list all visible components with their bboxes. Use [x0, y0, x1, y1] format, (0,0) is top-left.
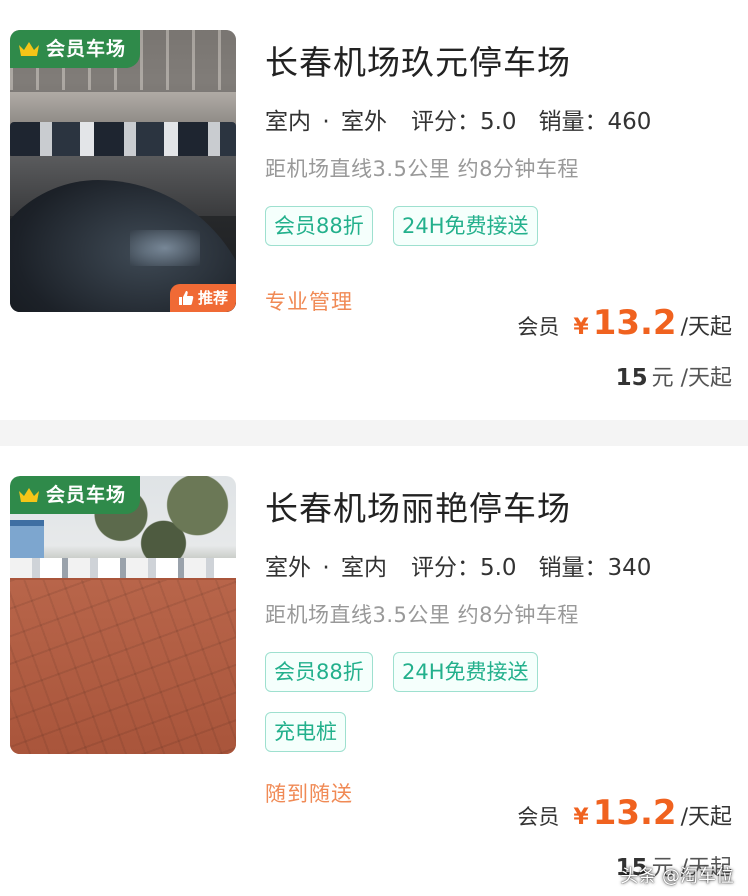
rating-value: 5.0: [479, 555, 517, 581]
member-price-label: 会员: [517, 805, 560, 829]
crown-icon: [19, 41, 39, 56]
lot-meta: 室内 · 室外 评分：5.0 销量：460: [263, 102, 652, 140]
rating-label: 评分：: [410, 109, 480, 135]
original-price-value: 15: [615, 365, 648, 391]
member-price-value: 13.2: [592, 303, 677, 343]
location-separator: ·: [322, 109, 330, 135]
parking-lot-photo[interactable]: 会员车场: [10, 476, 236, 754]
parking-lot-photo[interactable]: 会员车场 推荐: [10, 30, 236, 312]
discount-tag: 会员88折: [265, 206, 373, 246]
rating-value: 5.0: [479, 109, 517, 135]
card-divider: [0, 420, 748, 446]
member-price-unit: /天起: [680, 805, 732, 830]
member-lot-badge-label: 会员车场: [46, 484, 127, 506]
location-separator: ·: [322, 555, 330, 581]
lot-meta: 室外 · 室内 评分：5.0 销量：340: [263, 548, 652, 586]
member-price-unit: /天起: [680, 315, 732, 340]
member-lot-badge: 会员车场: [10, 30, 141, 68]
sales-label: 销量：: [538, 109, 608, 135]
member-price: 会员 ¥ 13.2 /天起: [517, 303, 732, 343]
distance-info: 距机场直线3.5公里 约8分钟车程: [265, 603, 579, 627]
currency-symbol: ¥: [573, 315, 589, 340]
crown-icon: [19, 487, 39, 502]
member-price-label: 会员: [517, 315, 560, 339]
original-price: 15 元 /天起: [616, 360, 732, 392]
location-type: 室内 · 室外: [263, 102, 389, 140]
location-type: 室外 · 室内: [263, 548, 389, 586]
feature-label: 专业管理: [265, 290, 353, 314]
currency-symbol: ¥: [573, 805, 589, 830]
discount-tag: 会员88折: [265, 652, 373, 692]
shuttle-tag: 24H免费接送: [393, 652, 538, 692]
sales-label: 销量：: [538, 555, 608, 581]
sales: 销量：460: [539, 102, 652, 136]
rating-label: 评分：: [410, 555, 480, 581]
source-watermark: 头条 @淘车位: [620, 866, 734, 887]
rating: 评分：5.0: [411, 102, 517, 136]
feature-label: 随到随送: [265, 782, 353, 806]
rating: 评分：5.0: [411, 548, 517, 582]
original-price-unit: 元 /天起: [651, 366, 732, 391]
distance-info: 距机场直线3.5公里 约8分钟车程: [265, 157, 579, 181]
parking-lot-title[interactable]: 长春机场玖元停车场: [265, 36, 571, 84]
thumbs-up-icon: [178, 291, 194, 305]
sales-value: 340: [607, 555, 652, 581]
location-type-primary: 室内: [265, 109, 311, 135]
parking-listing-card[interactable]: 会员车场 推荐 长春机场玖元停车场 室内 · 室外 评分：5.0 销量：460 …: [0, 0, 748, 420]
shuttle-tag: 24H免费接送: [393, 206, 538, 246]
sales-value: 460: [607, 109, 652, 135]
member-lot-badge-label: 会员车场: [46, 38, 127, 60]
recommend-badge: 推荐: [169, 284, 236, 312]
sales: 销量：340: [539, 548, 652, 582]
location-type-secondary: 室外: [340, 109, 387, 135]
member-lot-badge: 会员车场: [10, 476, 141, 514]
location-type-primary: 室外: [265, 555, 311, 581]
member-price-value: 13.2: [592, 793, 677, 833]
recommend-badge-label: 推荐: [197, 289, 228, 307]
parking-lot-title[interactable]: 长春机场丽艳停车场: [265, 482, 571, 530]
member-price: 会员 ¥ 13.2 /天起: [517, 793, 732, 833]
location-type-secondary: 室内: [340, 555, 387, 581]
parking-listing-card[interactable]: 会员车场 长春机场丽艳停车场 室外 · 室内 评分：5.0 销量：340 距机场…: [0, 446, 748, 896]
charging-tag: 充电桩: [265, 712, 346, 752]
